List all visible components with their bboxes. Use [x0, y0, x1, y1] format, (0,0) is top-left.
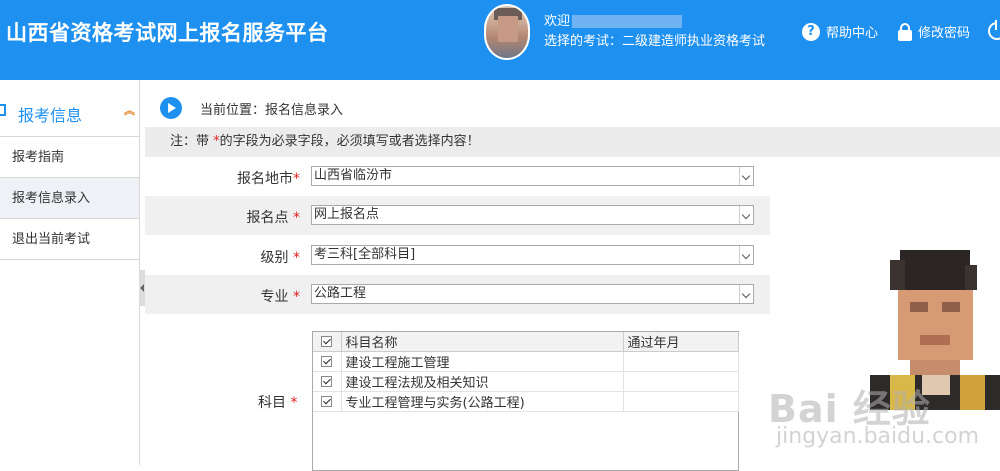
pass-date[interactable] [623, 371, 739, 392]
level-label: 级别 * [260, 250, 300, 266]
city-label: 报名地市* [237, 171, 300, 187]
table-row: 建设工程法规及相关知识 [313, 371, 739, 392]
row-checkbox[interactable] [313, 351, 342, 372]
site-title: 山西省资格考试网上报名服务平台 [6, 21, 329, 45]
chevron-up-icon: ︽ [124, 104, 135, 117]
chevron-down-icon [739, 285, 753, 303]
row-checkbox[interactable] [313, 391, 342, 412]
welcome-text: 欢迎 [544, 10, 683, 29]
breadcrumb: 当前位置：报名信息录入 [160, 97, 343, 119]
major-select[interactable]: 公路工程 [311, 284, 754, 304]
col-pass-date: 通过年月 [623, 332, 739, 352]
selected-exam: 选择的考试：二级建造师执业资格考试 [544, 34, 766, 49]
help-center-link[interactable]: ? 帮助中心 [802, 22, 878, 41]
subject-grid: 科目名称 通过年月 建设工程施工管理 建设工程法规及相关知识 专业工程管理与实务… [312, 331, 739, 471]
baidu-watermark-url: jingyan.baidu.com [776, 424, 980, 449]
sidebar-item-exit-exam[interactable]: 退出当前考试 [0, 219, 139, 260]
book-icon [0, 104, 6, 116]
lock-icon [898, 22, 912, 41]
sidebar-section-header[interactable]: 报考信息 ︽ [0, 80, 139, 137]
chevron-down-icon [739, 167, 753, 185]
username-redacted [572, 15, 683, 28]
site-select[interactable]: 网上报名点 [311, 205, 754, 225]
site-label: 报名点 * [246, 210, 300, 226]
row-site: 报名点 * 网上报名点 [145, 196, 770, 235]
row-major: 专业 * 公路工程 [145, 275, 770, 314]
question-icon: ? [802, 22, 820, 41]
subject-name: 建设工程施工管理 [341, 351, 624, 372]
user-avatar [484, 4, 530, 60]
pass-date[interactable] [623, 351, 739, 372]
chevron-down-icon [739, 246, 753, 264]
subject-label: 科目 * [258, 395, 298, 411]
play-icon [160, 97, 182, 119]
row-level: 级别 * 考三科[全部科目] [145, 236, 770, 275]
sidebar-item-guide[interactable]: 报考指南 [0, 137, 139, 178]
col-subject-name: 科目名称 [341, 332, 624, 352]
change-password-link[interactable]: 修改密码 [898, 22, 970, 41]
select-all-checkbox[interactable] [313, 332, 342, 352]
pass-date[interactable] [623, 391, 739, 412]
sidebar-item-info-entry[interactable]: 报考信息录入 [0, 178, 139, 219]
row-city: 报名地市* 山西省临汾市 [145, 157, 770, 196]
subject-name: 专业工程管理与实务(公路工程) [341, 391, 624, 412]
top-header: 山西省资格考试网上报名服务平台 欢迎 选择的考试：二级建造师执业资格考试 ? 帮… [0, 0, 1000, 80]
major-label: 专业 * [260, 289, 300, 305]
required-notice: 注：带 *的字段为必录字段，必须填写或者选择内容！ [145, 127, 1000, 157]
table-row: 建设工程施工管理 [313, 351, 739, 372]
level-select[interactable]: 考三科[全部科目] [311, 245, 754, 265]
sidebar: 报考信息 ︽ 报考指南 报考信息录入 退出当前考试 [0, 80, 140, 465]
chevron-down-icon [739, 206, 753, 224]
table-row: 专业工程管理与实务(公路工程) [313, 391, 739, 412]
city-select[interactable]: 山西省临汾市 [311, 166, 754, 186]
logout-power-icon[interactable] [988, 20, 1000, 40]
row-checkbox[interactable] [313, 371, 342, 392]
subject-name: 建设工程法规及相关知识 [341, 371, 624, 392]
